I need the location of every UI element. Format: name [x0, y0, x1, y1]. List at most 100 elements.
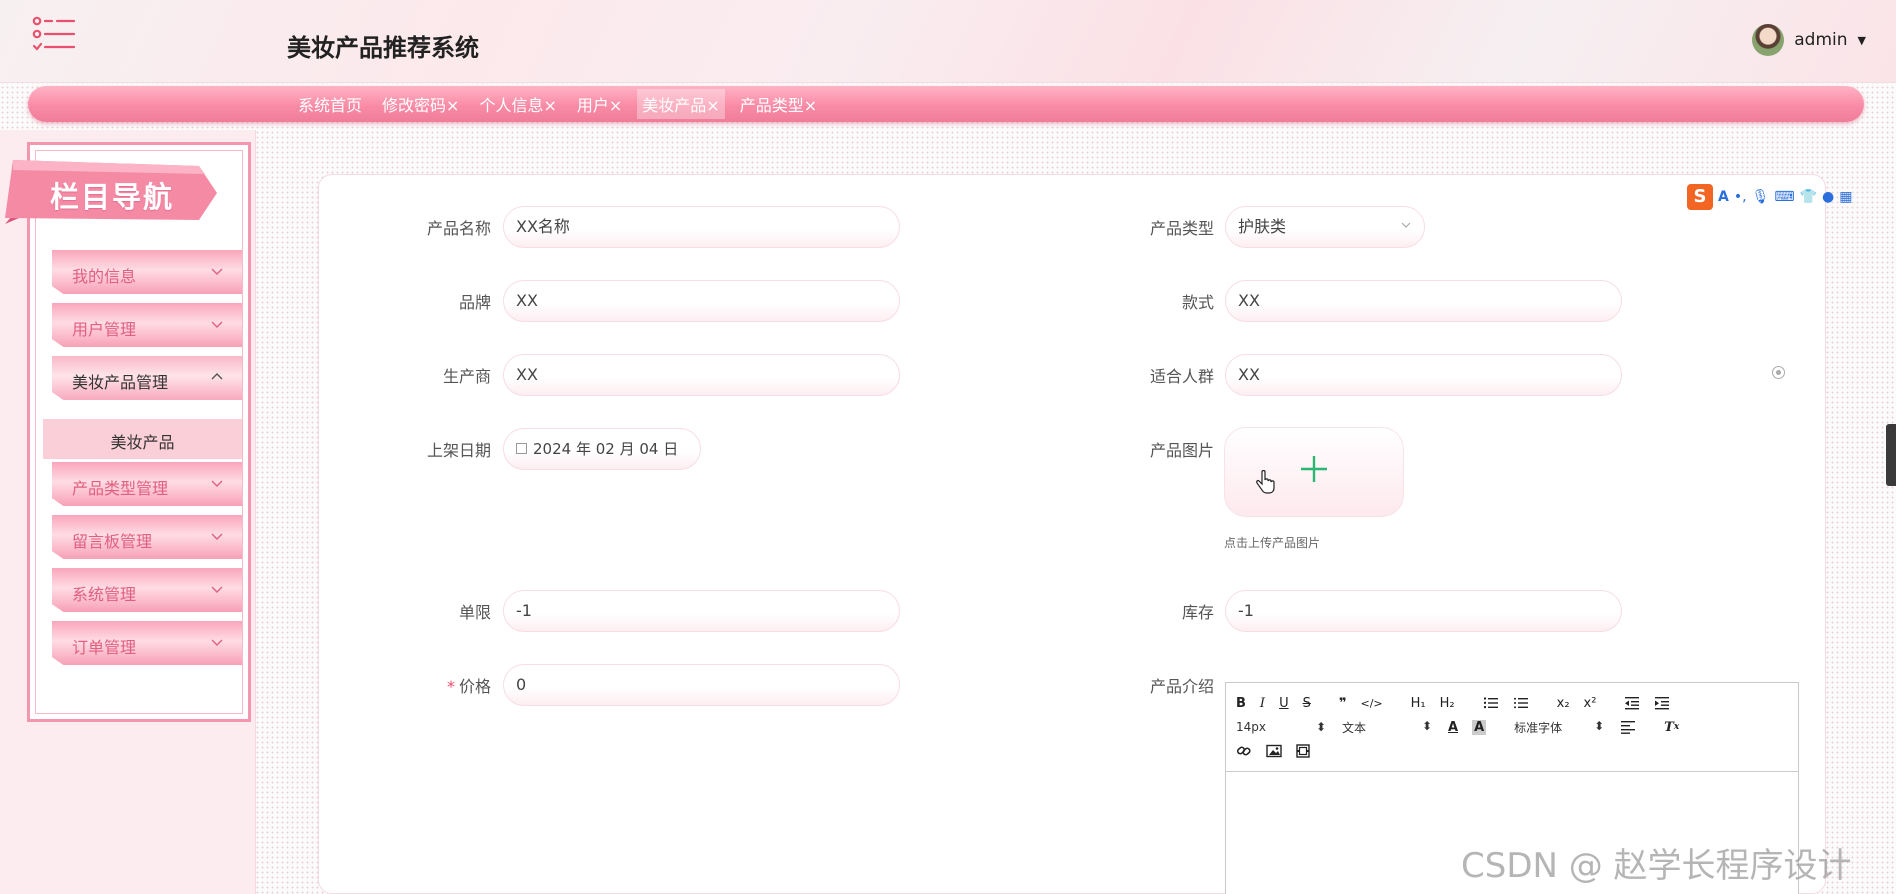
align-left-icon[interactable] — [1620, 720, 1636, 734]
video-icon[interactable] — [1296, 744, 1310, 758]
sidebar-item-user-mgmt[interactable]: 用户管理 — [52, 303, 242, 347]
chevron-down-icon — [211, 321, 223, 328]
limit-input[interactable]: -1 — [503, 590, 900, 632]
user-menu[interactable]: admin ▼ — [1752, 24, 1866, 56]
style-input[interactable]: XX — [1225, 280, 1622, 322]
product-name-input[interactable]: XX名称 — [503, 206, 900, 248]
tab-profile[interactable]: 个人信息× — [474, 89, 561, 119]
image-icon[interactable] — [1266, 744, 1282, 758]
sidebar-item-label: 产品类型管理 — [72, 479, 169, 498]
ordered-list-icon[interactable] — [1483, 696, 1499, 710]
sidebar-item-label: 系统管理 — [72, 585, 137, 604]
keyboard-icon[interactable]: ⌨ — [1774, 189, 1794, 205]
label-limit: 单限 — [458, 603, 491, 622]
audience-input[interactable]: XX — [1225, 354, 1622, 396]
indent-icon[interactable] — [1654, 696, 1670, 710]
skin-icon[interactable]: 👕 — [1800, 189, 1817, 205]
gamepad-icon[interactable]: ● — [1822, 189, 1834, 205]
manufacturer-input[interactable]: XX — [503, 354, 900, 396]
label-product-image: 产品图片 — [1149, 441, 1214, 460]
sidebar-item-label: 留言板管理 — [72, 532, 153, 551]
ime-toolbar: S A •, 🎙 ⌨ 👕 ● ▦ — [1687, 184, 1852, 210]
label-style: 款式 — [1181, 293, 1214, 312]
brand-input[interactable]: XX — [503, 280, 900, 322]
subscript-button[interactable]: x₂ — [1557, 696, 1570, 711]
header1-button[interactable]: H₁ — [1411, 696, 1426, 711]
code-block-button[interactable]: </> — [1360, 697, 1382, 710]
bold-button[interactable]: B — [1236, 696, 1246, 711]
paragraph-select[interactable]: 文本 ⬍ — [1342, 719, 1432, 736]
product-category-select[interactable]: 护肤类 — [1225, 206, 1425, 248]
sidebar-item-label: 订单管理 — [72, 638, 137, 657]
sidebar-item-label: 用户管理 — [72, 320, 137, 339]
tab-cosmetics[interactable]: 美妆产品× — [637, 89, 725, 119]
superscript-button[interactable]: x² — [1584, 696, 1597, 711]
image-upload-area[interactable] — [1224, 427, 1404, 517]
product-category-value: 护肤类 — [1238, 217, 1287, 236]
background-color-button[interactable]: A — [1472, 719, 1487, 735]
submenu-label: 美妆产品 — [110, 433, 175, 452]
ime-a-icon[interactable]: A — [1718, 189, 1729, 205]
underline-button[interactable]: U — [1279, 696, 1289, 711]
listing-date-value: 2024 年 02 月 04 日 — [533, 440, 679, 458]
text-color-button[interactable]: A — [1448, 720, 1458, 735]
side-handle[interactable] — [1886, 424, 1896, 486]
plus-icon — [1301, 456, 1327, 482]
chevron-down-icon — [1401, 222, 1411, 228]
label-manufacturer: 生产商 — [442, 367, 491, 386]
sogou-s-icon[interactable]: S — [1687, 184, 1713, 210]
tab-change-password[interactable]: 修改密码× — [377, 89, 464, 119]
sidebar-item-type-mgmt[interactable]: 产品类型管理 — [52, 462, 242, 506]
tab-home[interactable]: 系统首页 — [293, 89, 367, 119]
sidebar-item-cosmetics-mgmt[interactable]: 美妆产品管理 — [52, 356, 242, 400]
font-size-select[interactable]: 14px ⬍ — [1236, 720, 1326, 734]
nav-banner-title: 栏目导航 — [50, 180, 175, 214]
sidebar-item-label: 美妆产品管理 — [72, 373, 169, 392]
sidebar-item-label: 我的信息 — [72, 267, 137, 286]
listing-date-input[interactable]: 2024 年 02 月 04 日 — [503, 428, 701, 470]
header2-button[interactable]: H₂ — [1440, 696, 1455, 711]
strike-button[interactable]: S — [1303, 696, 1311, 711]
bullet-list-icon[interactable] — [1513, 696, 1529, 710]
blockquote-button[interactable]: ❞ — [1339, 696, 1347, 711]
link-icon[interactable] — [1236, 744, 1252, 758]
font-family-select[interactable]: 标准字体 ⬍ — [1514, 719, 1604, 736]
hand-cursor-icon — [1256, 470, 1275, 494]
price-input[interactable]: 0 — [503, 664, 900, 706]
chevron-down-icon — [211, 639, 223, 646]
calendar-icon — [516, 443, 527, 454]
sidebar-item-system-mgmt[interactable]: 系统管理 — [52, 568, 242, 612]
tab-product-types[interactable]: 产品类型× — [735, 89, 822, 119]
sidebar-item-message-mgmt[interactable]: 留言板管理 — [52, 515, 242, 559]
chevron-down-icon — [211, 533, 223, 540]
font-size-value: 14px — [1236, 720, 1266, 734]
tab-users[interactable]: 用户× — [572, 89, 627, 119]
font-family-value: 标准字体 — [1514, 720, 1563, 735]
clear-format-button[interactable]: Tx — [1664, 720, 1679, 735]
stock-input[interactable]: -1 — [1225, 590, 1622, 632]
avatar — [1752, 24, 1785, 56]
top-header: 美妆产品推荐系统 admin ▼ — [0, 0, 1896, 83]
menu-toggle-icon[interactable] — [32, 16, 76, 56]
grid-apps-icon[interactable]: ▦ — [1839, 189, 1852, 205]
outdent-icon[interactable] — [1624, 696, 1640, 710]
product-form-card: 产品名称 XX名称 产品类型 护肤类 品牌 XX 款式 XX 生产商 XX 适合… — [318, 174, 1826, 894]
target-circle-icon — [1772, 366, 1785, 379]
label-price-text: 价格 — [458, 677, 491, 696]
paragraph-value: 文本 — [1342, 720, 1367, 735]
sidebar-menu: 我的信息 用户管理 美妆产品管理 产品类型管理 留言板管理 系统管理 订单管理 — [52, 250, 242, 674]
italic-button[interactable]: I — [1260, 696, 1265, 711]
upload-hint: 点击上传产品图片 — [1224, 536, 1321, 550]
submenu-item-cosmetics[interactable]: 美妆产品 — [43, 419, 242, 459]
chevron-down-icon — [211, 586, 223, 593]
chevron-down-icon — [211, 268, 223, 275]
ime-punct-icon[interactable]: •, — [1734, 189, 1747, 205]
microphone-icon[interactable]: 🎙 — [1752, 189, 1770, 205]
sidebar-item-my-info[interactable]: 我的信息 — [52, 250, 242, 294]
label-product-category: 产品类型 — [1149, 219, 1214, 238]
chevron-up-icon — [211, 373, 223, 380]
sidebar-item-order-mgmt[interactable]: 订单管理 — [52, 621, 242, 665]
username: admin — [1794, 30, 1848, 50]
label-audience: 适合人群 — [1149, 367, 1214, 386]
updown-icon: ⬍ — [1594, 718, 1605, 733]
